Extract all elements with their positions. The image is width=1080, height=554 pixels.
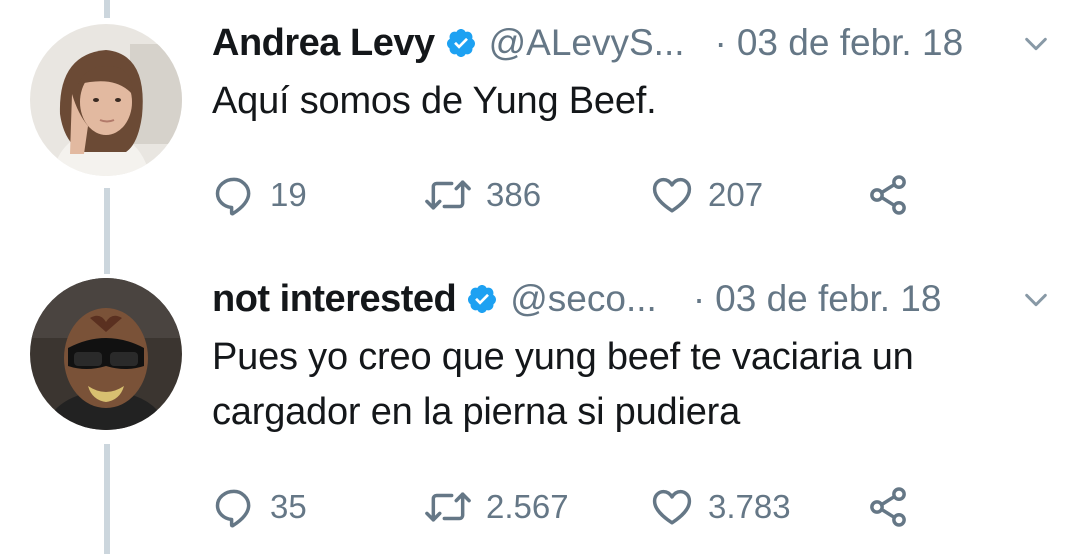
separator-dot: · (714, 22, 727, 63)
tweet-text: Aquí somos de Yung Beef. (212, 80, 657, 122)
share-icon (870, 175, 906, 215)
retweet-icon (425, 180, 471, 210)
reply-count: 35 (270, 488, 307, 525)
display-name[interactable]: not interested (212, 278, 457, 321)
verified-badge-icon (468, 285, 497, 313)
retweet-count: 2.567 (486, 488, 569, 525)
reply-count: 19 (270, 176, 307, 213)
display-name[interactable]: Andrea Levy (212, 22, 435, 65)
share-icon (870, 487, 906, 527)
heart-icon (652, 489, 692, 525)
tweet-actions: 35 2.567 3.783 (212, 482, 910, 532)
timestamp[interactable]: 03 de febr. 18 (737, 22, 963, 64)
username-handle[interactable]: @seco... (510, 278, 657, 320)
tweet-actions: 19 386 207 (212, 170, 910, 220)
username-handle[interactable]: @ALevyS... (489, 22, 685, 64)
like-count: 3.783 (708, 488, 791, 525)
separator-dot: · (692, 278, 706, 319)
reply-icon (215, 489, 251, 528)
tweet-text: Pues yo creo que yung beef te vaciaria u… (212, 336, 914, 433)
retweet-icon (425, 492, 471, 522)
share-button[interactable] (866, 173, 910, 217)
reply-button[interactable]: 19 (212, 173, 424, 217)
verified-badge-icon (446, 29, 475, 57)
like-button[interactable]: 207 (650, 173, 866, 217)
tweet-header: not interested @seco... · 03 de febr. 18 (212, 274, 1050, 324)
reply-icon (215, 177, 251, 216)
tweet-2[interactable]: not interested @seco... · 03 de febr. 18… (0, 250, 1080, 554)
chevron-down-icon[interactable] (1022, 286, 1050, 314)
reply-button[interactable]: 35 (212, 485, 424, 529)
retweet-button[interactable]: 386 (424, 173, 650, 217)
tweet-header: Andrea Levy @ALevyS... · 03 de febr. 18 (212, 18, 1050, 68)
like-button[interactable]: 3.783 (650, 485, 866, 529)
like-count: 207 (708, 176, 764, 213)
share-button[interactable] (866, 485, 910, 529)
heart-icon (652, 177, 692, 213)
chevron-down-icon[interactable] (1022, 30, 1050, 58)
avatar[interactable] (30, 278, 182, 430)
retweet-count: 386 (486, 176, 542, 213)
retweet-button[interactable]: 2.567 (424, 485, 650, 529)
tweet-1[interactable]: Andrea Levy @ALevyS... · 03 de febr. 18 … (0, 0, 1080, 250)
avatar[interactable] (30, 24, 182, 176)
timestamp[interactable]: 03 de febr. 18 (715, 278, 941, 320)
